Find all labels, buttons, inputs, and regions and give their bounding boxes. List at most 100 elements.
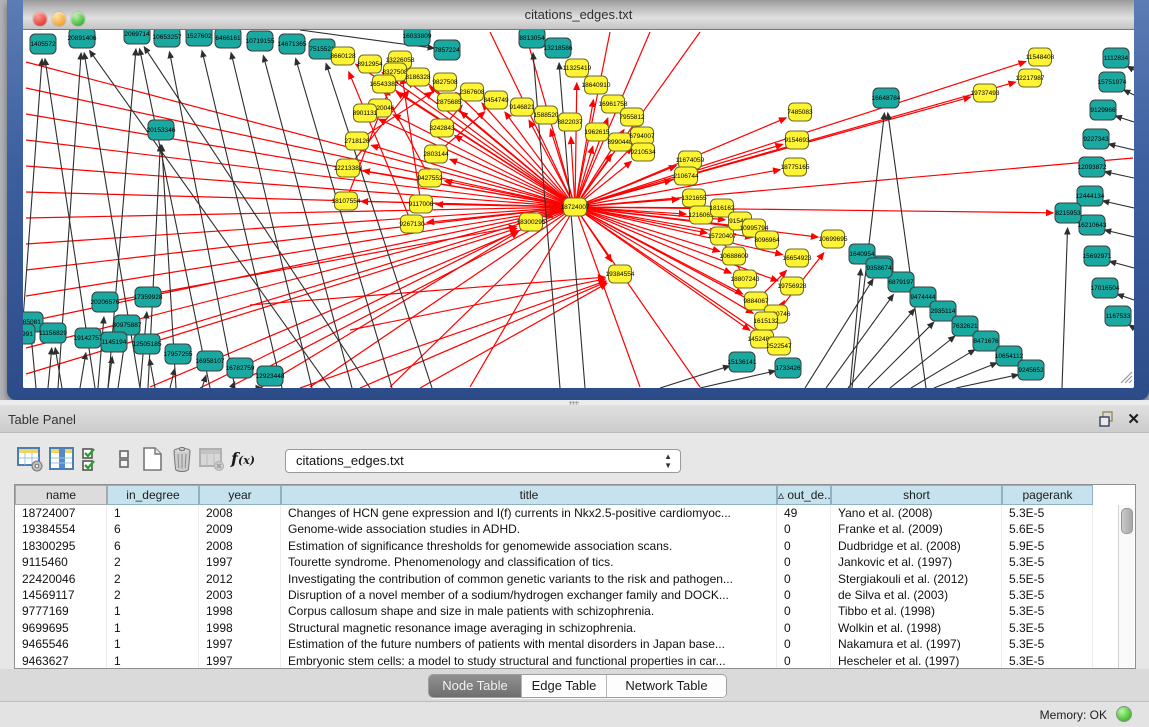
rows-icon[interactable] (110, 445, 138, 473)
network-node[interactable]: 19756928 (778, 277, 807, 295)
network-node[interactable]: 1588520 (533, 106, 559, 124)
network-node[interactable]: 9227343 (1083, 129, 1109, 149)
network-node[interactable]: 7857224 (434, 40, 460, 60)
network-node[interactable]: 12213383 (334, 159, 363, 177)
table-row[interactable]: 2242004622012Investigating the contribut… (15, 571, 1135, 587)
close-panel-icon[interactable]: ✕ (1127, 410, 1140, 428)
network-node[interactable]: 12217987 (1016, 69, 1045, 87)
network-node[interactable]: 16210643 (1078, 215, 1107, 235)
network-node[interactable]: 8912954 (357, 55, 383, 73)
network-node[interactable]: 16648784 (872, 88, 901, 108)
network-node[interactable]: 2875685 (436, 93, 462, 111)
network-node[interactable]: 12923448 (256, 366, 285, 386)
network-canvas[interactable]: 1872400714055722089140620697141065325715… (23, 30, 1134, 388)
network-node[interactable]: 18724007 (561, 198, 590, 216)
column-header-name[interactable]: name (15, 485, 107, 505)
column-header-pagerank[interactable]: pagerank (1002, 485, 1093, 505)
table-row[interactable]: 946362711997Embryonic stem cells: a mode… (15, 653, 1135, 669)
network-node[interactable]: 9117006 (409, 195, 434, 213)
network-node[interactable]: 13218586 (544, 38, 573, 58)
network-node[interactable]: 8901131 (353, 104, 378, 122)
network-node[interactable]: 16033809 (403, 30, 432, 46)
checklist-icon[interactable] (80, 445, 108, 473)
network-node[interactable]: 20891406 (68, 30, 97, 48)
network-node[interactable]: 7485083 (787, 103, 813, 121)
delete-icon[interactable] (168, 445, 196, 473)
network-window-titlebar[interactable]: citations_edges.txt (23, 0, 1134, 30)
network-node[interactable]: 9129966 (1090, 100, 1116, 120)
tab-network-table[interactable]: Network Table (607, 675, 726, 697)
network-node[interactable]: 16543382 (370, 75, 399, 93)
network-node[interactable]: 8096964 (754, 231, 780, 249)
network-node[interactable]: 6466161 (215, 30, 241, 48)
network-node[interactable]: 1527602 (186, 30, 212, 46)
network-node[interactable]: 17016504 (1091, 278, 1120, 298)
network-node[interactable]: 8813054 (519, 30, 545, 48)
network-node[interactable]: 11674059 (676, 151, 705, 169)
scrollbar-thumb[interactable] (1121, 508, 1133, 534)
network-node[interactable]: 8215953 (1055, 203, 1081, 223)
network-node[interactable]: 19142757 (74, 328, 103, 348)
tab-edge-table[interactable]: Edge Table (522, 675, 607, 697)
table-row[interactable]: 1830029562008Estimation of significance … (15, 538, 1135, 554)
network-node[interactable]: 17359928 (134, 287, 163, 307)
network-node[interactable]: 20153346 (147, 120, 176, 140)
column-header-year[interactable]: year (199, 485, 281, 505)
network-node[interactable]: 2367608 (459, 83, 485, 101)
network-node[interactable]: 1405572 (30, 34, 56, 54)
network-node[interactable]: 1167533 (1105, 306, 1131, 326)
network-node[interactable]: 1962615 (584, 123, 610, 141)
network-node[interactable]: 9827508 (432, 73, 458, 91)
network-node[interactable]: 19384554 (606, 265, 635, 283)
network-node[interactable]: 12505185 (133, 334, 162, 354)
new-file-icon[interactable] (138, 445, 166, 473)
network-node[interactable]: 16782759 (226, 358, 255, 378)
float-panel-icon[interactable] (1099, 411, 1115, 427)
network-node[interactable]: 1321655 (681, 189, 707, 207)
network-node[interactable]: 9267130 (399, 215, 425, 233)
column-header-title[interactable]: title (281, 485, 777, 505)
network-node[interactable]: 9358674 (866, 258, 892, 278)
network-node[interactable]: 8471676 (973, 331, 999, 351)
network-node[interactable]: 9146821 (509, 98, 535, 116)
network-node[interactable]: 16958107 (196, 351, 225, 371)
network-node[interactable]: 1145194 (101, 332, 127, 352)
network-node[interactable]: 18107554 (332, 192, 361, 210)
table-row[interactable]: 969969511998Structural magnetic resonanc… (15, 620, 1135, 636)
network-node[interactable]: 9427552 (417, 169, 443, 187)
table-row[interactable]: 1456911722003Disruption of a novel membe… (15, 587, 1135, 603)
network-node[interactable]: 2522547 (766, 337, 792, 355)
table-row[interactable]: 1872400712008Changes of HCN gene express… (15, 505, 1135, 521)
tab-node-table[interactable]: Node Table (429, 675, 522, 697)
table-row[interactable]: 1938455462009Genome-wide association stu… (15, 521, 1135, 537)
network-node[interactable]: 12093872 (1078, 157, 1107, 177)
network-node[interactable]: 14671365 (278, 34, 307, 54)
network-node[interactable]: 8822037 (557, 113, 583, 131)
network-node[interactable]: 15692971 (1083, 246, 1112, 266)
table-row[interactable]: 911546021997Tourette syndrome. Phenomeno… (15, 554, 1135, 570)
network-node[interactable]: 8454749 (483, 91, 509, 109)
network-node[interactable]: 20206576 (91, 292, 120, 312)
network-node[interactable]: 6794007 (629, 127, 655, 145)
network-node[interactable]: 1733426 (775, 358, 801, 378)
network-node[interactable]: 17957255 (164, 344, 193, 364)
network-node[interactable]: 10699695 (819, 230, 848, 248)
function-builder-icon[interactable]: f(x) (228, 445, 256, 473)
network-node[interactable]: 2106744 (673, 167, 699, 185)
network-node[interactable]: 8186328 (405, 68, 431, 86)
network-node[interactable]: 1112834 (1103, 48, 1129, 68)
network-node[interactable]: 15136141 (728, 352, 757, 372)
network-node[interactable]: 11156829 (39, 323, 67, 343)
network-node[interactable]: 331991 (23, 324, 35, 344)
column-select-icon[interactable] (48, 445, 76, 473)
network-node[interactable]: 9245652 (1018, 360, 1044, 380)
network-node[interactable]: 16654923 (783, 249, 812, 267)
network-node[interactable]: 15751074 (1098, 72, 1127, 92)
network-node[interactable]: 9154693 (784, 131, 810, 149)
network-node[interactable]: 18807243 (731, 270, 760, 288)
network-node[interactable]: 10719155 (246, 31, 275, 51)
network-node[interactable]: 1615132 (753, 312, 779, 330)
network-node[interactable]: 18300295 (517, 213, 546, 231)
network-node[interactable]: 2718126 (344, 132, 370, 150)
table-row[interactable]: 946554611997Estimation of the future num… (15, 636, 1135, 652)
